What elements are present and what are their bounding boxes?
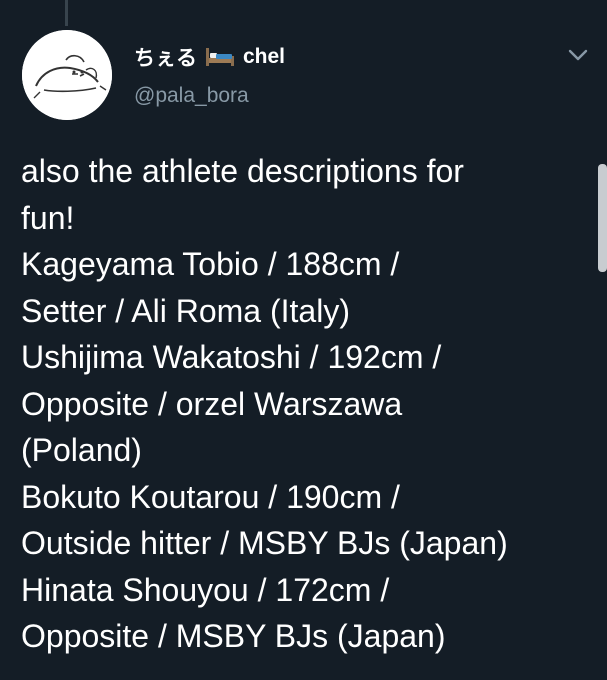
thread-connector-line <box>65 0 68 26</box>
bed-icon <box>205 46 235 68</box>
display-name: ちぇる <box>134 47 197 70</box>
avatar-sketch-icon <box>22 30 112 120</box>
scrollbar-thumb[interactable] <box>598 164 607 272</box>
chevron-down-icon[interactable] <box>566 46 590 64</box>
tweet-header: ちぇる chel @pala_bora <box>134 40 554 108</box>
tweet-text: also the athlete descriptions for fun! K… <box>21 153 508 654</box>
display-name-row[interactable]: ちぇる chel <box>134 40 554 74</box>
user-handle[interactable]: @pala_bora <box>134 84 554 108</box>
display-name-suffix: chel <box>243 45 286 68</box>
avatar[interactable] <box>22 30 112 120</box>
tweet-view: ちぇる chel @pala_bora also the athlete des… <box>0 0 607 680</box>
